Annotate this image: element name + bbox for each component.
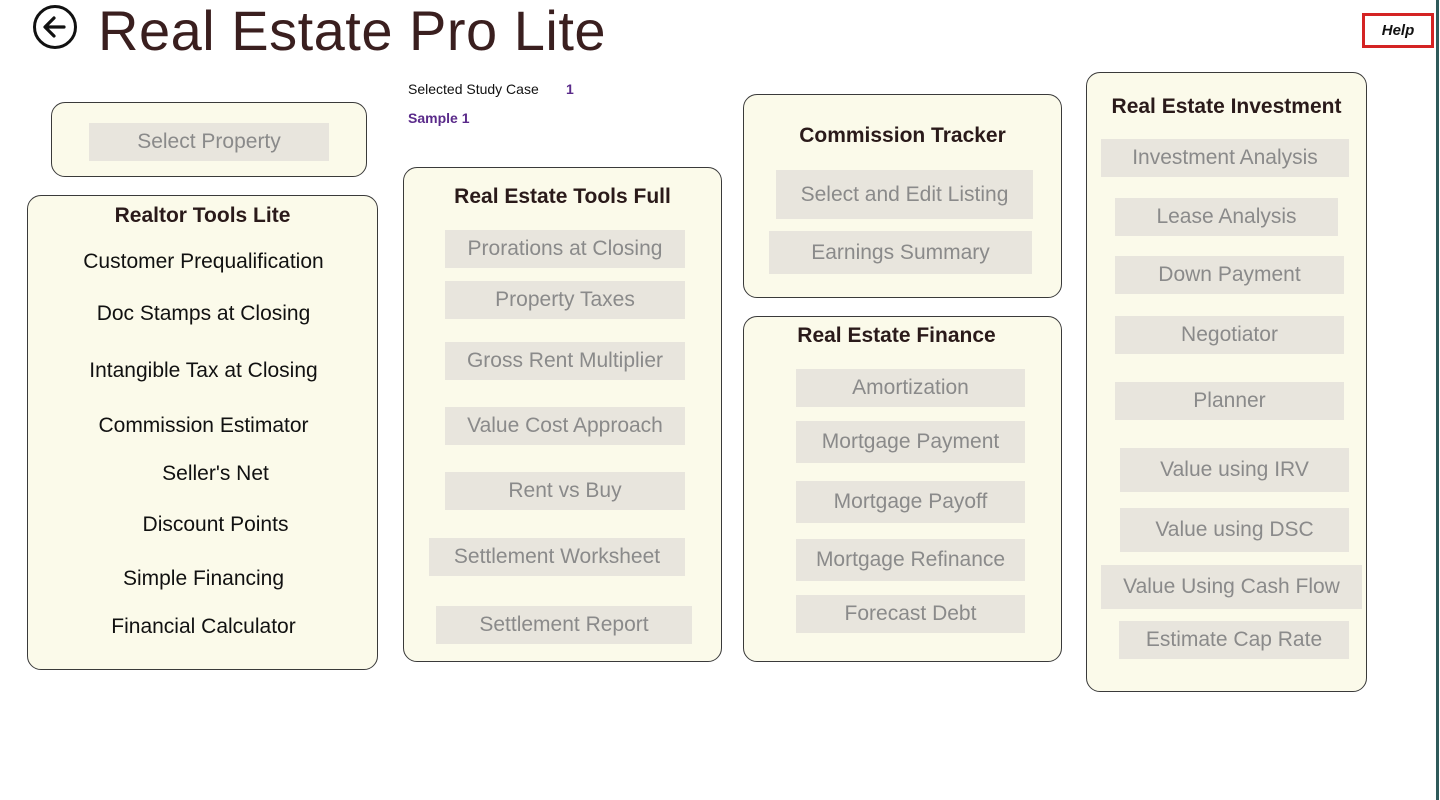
value-using-irv-button[interactable]: Value using IRV xyxy=(1120,448,1349,492)
real-estate-tools-full-title: Real Estate Tools Full xyxy=(454,185,671,208)
gross-rent-multiplier-button[interactable]: Gross Rent Multiplier xyxy=(445,342,685,380)
back-button[interactable] xyxy=(33,5,77,49)
realtor-tools-lite-panel: Realtor Tools Lite Customer Prequalifica… xyxy=(27,195,378,670)
lease-analysis-button[interactable]: Lease Analysis xyxy=(1115,198,1338,236)
estimate-cap-rate-button[interactable]: Estimate Cap Rate xyxy=(1119,621,1349,659)
settlement-report-button[interactable]: Settlement Report xyxy=(436,606,692,644)
mortgage-refinance-button[interactable]: Mortgage Refinance xyxy=(796,539,1025,581)
negotiator-button[interactable]: Negotiator xyxy=(1115,316,1344,354)
real-estate-investment-panel: Real Estate Investment Investment Analys… xyxy=(1086,72,1367,692)
value-using-dsc-button[interactable]: Value using DSC xyxy=(1120,508,1349,552)
commission-estimator-link[interactable]: Commission Estimator xyxy=(28,414,379,438)
select-property-button[interactable]: Select Property xyxy=(89,123,329,161)
back-arrow-icon xyxy=(43,16,66,38)
amortization-button[interactable]: Amortization xyxy=(796,369,1025,407)
study-case-number: 1 xyxy=(566,81,574,97)
earnings-summary-button[interactable]: Earnings Summary xyxy=(769,231,1032,274)
mortgage-payment-button[interactable]: Mortgage Payment xyxy=(796,421,1025,463)
intangible-tax-link[interactable]: Intangible Tax at Closing xyxy=(28,359,379,383)
investment-analysis-button[interactable]: Investment Analysis xyxy=(1101,139,1349,177)
value-cost-approach-button[interactable]: Value Cost Approach xyxy=(445,407,685,445)
help-button[interactable]: Help xyxy=(1362,13,1434,48)
doc-stamps-link[interactable]: Doc Stamps at Closing xyxy=(28,302,379,326)
real-estate-finance-title: Real Estate Finance xyxy=(797,324,996,347)
down-payment-button[interactable]: Down Payment xyxy=(1115,256,1344,294)
sellers-net-link[interactable]: Seller's Net xyxy=(40,462,391,486)
customer-prequalification-link[interactable]: Customer Prequalification xyxy=(28,250,379,274)
value-using-cash-flow-button[interactable]: Value Using Cash Flow xyxy=(1101,565,1362,609)
realtor-tools-lite-title: Realtor Tools Lite xyxy=(114,204,291,227)
settlement-worksheet-button[interactable]: Settlement Worksheet xyxy=(429,538,685,576)
page-title: Real Estate Pro Lite xyxy=(98,0,607,62)
forecast-debt-button[interactable]: Forecast Debt xyxy=(796,595,1025,633)
planner-button[interactable]: Planner xyxy=(1115,382,1344,420)
study-case-name: Sample 1 xyxy=(408,110,470,126)
select-edit-listing-button[interactable]: Select and Edit Listing xyxy=(776,170,1033,219)
discount-points-link[interactable]: Discount Points xyxy=(40,513,391,537)
real-estate-investment-title: Real Estate Investment xyxy=(1111,95,1342,118)
window-edge-divider xyxy=(1436,0,1439,800)
real-estate-tools-full-panel: Real Estate Tools Full Prorations at Clo… xyxy=(403,167,722,662)
property-taxes-button[interactable]: Property Taxes xyxy=(445,281,685,319)
financial-calculator-link[interactable]: Financial Calculator xyxy=(28,615,379,639)
prorations-at-closing-button[interactable]: Prorations at Closing xyxy=(445,230,685,268)
study-case-label: Selected Study Case xyxy=(408,81,539,97)
commission-tracker-title: Commission Tracker xyxy=(799,124,1006,147)
real-estate-finance-panel: Real Estate Finance Amortization Mortgag… xyxy=(743,316,1062,662)
simple-financing-link[interactable]: Simple Financing xyxy=(28,567,379,591)
commission-tracker-panel: Commission Tracker Select and Edit Listi… xyxy=(743,94,1062,298)
rent-vs-buy-button[interactable]: Rent vs Buy xyxy=(445,472,685,510)
select-property-panel: Select Property xyxy=(51,102,367,177)
mortgage-payoff-button[interactable]: Mortgage Payoff xyxy=(796,481,1025,523)
